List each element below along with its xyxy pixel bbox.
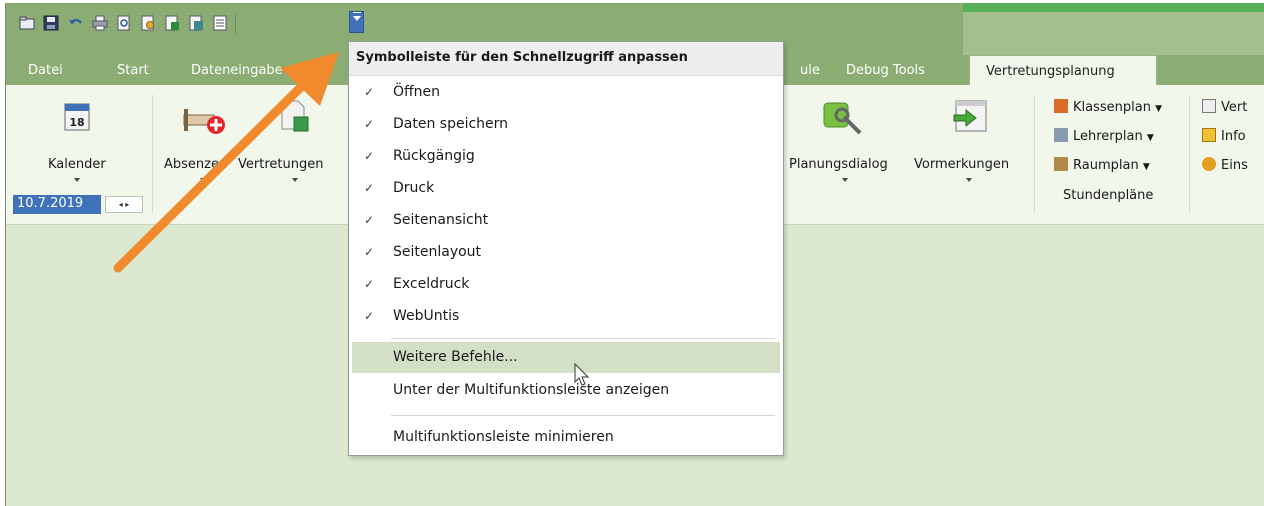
title-bar-accent bbox=[963, 3, 1264, 12]
einstellungen-button[interactable]: Eins bbox=[1202, 157, 1248, 173]
vertretungen-caret-icon[interactable] bbox=[292, 178, 298, 182]
chevron-down-icon: ▼ bbox=[1142, 162, 1150, 172]
tab-dateneingabe[interactable]: Dateneingabe bbox=[191, 63, 283, 78]
open-icon[interactable] bbox=[19, 15, 35, 31]
date-spin-buttons[interactable]: ◂ ▸ bbox=[105, 196, 143, 213]
vertretungen-small-button[interactable]: Vert bbox=[1202, 99, 1247, 115]
menu-item-webuntis[interactable]: ✓ WebUntis bbox=[349, 304, 783, 330]
ribbon-separator bbox=[152, 95, 153, 213]
document-icon bbox=[1202, 99, 1216, 113]
excel-print-icon[interactable] bbox=[164, 15, 180, 31]
tab-datei[interactable]: Datei bbox=[28, 63, 63, 78]
save-icon[interactable] bbox=[43, 15, 59, 31]
class-plan-icon bbox=[1054, 99, 1068, 113]
menu-item-unter-multifunktionsleiste[interactable]: Unter der Multifunktionsleiste anzeigen bbox=[349, 378, 783, 404]
menu-item-seitenlayout[interactable]: ✓ Seitenlayout bbox=[349, 240, 783, 266]
tab-module[interactable]: ule bbox=[800, 63, 820, 78]
tab-debug-tools[interactable]: Debug Tools bbox=[846, 63, 925, 78]
absence-bed-icon[interactable] bbox=[182, 105, 226, 139]
calendar-day: 18 bbox=[69, 116, 84, 129]
check-icon: ✓ bbox=[364, 117, 375, 131]
reservation-calendar-icon[interactable] bbox=[952, 99, 990, 139]
room-plan-icon bbox=[1054, 157, 1068, 171]
check-icon: ✓ bbox=[364, 85, 375, 99]
lehrerplan-button[interactable]: Lehrerplan ▼ bbox=[1054, 128, 1154, 144]
qat-separator bbox=[235, 13, 236, 35]
menu-title: Symbolleiste für den Schnellzugriff anpa… bbox=[356, 50, 688, 65]
menu-item-exceldruck[interactable]: ✓ Exceldruck bbox=[349, 272, 783, 298]
menu-item-druck[interactable]: ✓ Druck bbox=[349, 176, 783, 202]
mouse-cursor-icon bbox=[574, 363, 590, 386]
undo-icon[interactable] bbox=[68, 15, 84, 31]
page-layout-icon[interactable] bbox=[140, 15, 156, 31]
vertretungen-label[interactable]: Vertretungen bbox=[238, 157, 323, 172]
print-icon[interactable] bbox=[92, 15, 108, 31]
klassenplan-button[interactable]: Klassenplan ▼ bbox=[1054, 99, 1162, 115]
planning-dialog-icon[interactable] bbox=[822, 101, 866, 141]
absenzen-caret-icon[interactable] bbox=[200, 178, 206, 182]
ribbon-separator bbox=[1034, 95, 1035, 213]
absenzen-label[interactable]: Absenzen bbox=[164, 157, 227, 172]
webuntis-icon[interactable] bbox=[188, 15, 204, 31]
info-button[interactable]: Info bbox=[1202, 128, 1246, 144]
menu-item-rueckgaengig[interactable]: ✓ Rückgängig bbox=[349, 144, 783, 170]
tab-start[interactable]: Start bbox=[117, 63, 149, 78]
planungsdialog-caret-icon[interactable] bbox=[842, 178, 848, 182]
check-icon: ✓ bbox=[364, 149, 375, 163]
check-icon: ✓ bbox=[364, 277, 375, 291]
menu-separator bbox=[391, 415, 775, 416]
check-icon: ✓ bbox=[364, 213, 375, 227]
check-icon: ✓ bbox=[364, 245, 375, 259]
check-icon: ✓ bbox=[364, 181, 375, 195]
raumplan-button[interactable]: Raumplan ▼ bbox=[1054, 157, 1150, 173]
customize-qat-menu: Symbolleiste für den Schnellzugriff anpa… bbox=[348, 41, 784, 456]
ribbon-separator bbox=[1189, 95, 1190, 213]
tab-vertretungsplanung[interactable]: Vertretungsplanung bbox=[969, 55, 1157, 86]
vormerkungen-label[interactable]: Vormerkungen bbox=[914, 157, 1009, 172]
menu-item-seitenansicht[interactable]: ✓ Seitenansicht bbox=[349, 208, 783, 234]
date-field[interactable]: 10.7.2019 bbox=[13, 195, 101, 214]
menu-item-oeffnen[interactable]: ✓ Öffnen bbox=[349, 80, 783, 106]
substitution-document-icon[interactable] bbox=[278, 99, 314, 139]
kalender-caret-icon[interactable] bbox=[74, 178, 80, 182]
planungsdialog-label[interactable]: Planungsdialog bbox=[789, 157, 888, 172]
kalender-label[interactable]: Kalender bbox=[48, 157, 106, 172]
calendar-icon[interactable]: 18 bbox=[64, 101, 90, 135]
vormerkungen-caret-icon[interactable] bbox=[966, 178, 972, 182]
dropdown-arrow-icon bbox=[353, 12, 361, 21]
stundenplaene-group-label: Stundenpläne bbox=[1063, 188, 1154, 203]
check-icon: ✓ bbox=[364, 309, 375, 323]
list-icon[interactable] bbox=[212, 15, 228, 31]
menu-item-minimieren[interactable]: Multifunktionsleiste minimieren bbox=[349, 425, 783, 451]
menu-separator bbox=[391, 338, 775, 339]
info-icon bbox=[1202, 128, 1216, 142]
customize-qat-dropdown[interactable] bbox=[349, 11, 364, 33]
chevron-down-icon: ▼ bbox=[1155, 104, 1163, 114]
print-preview-icon[interactable] bbox=[116, 15, 132, 31]
menu-item-daten-speichern[interactable]: ✓ Daten speichern bbox=[349, 112, 783, 138]
gear-icon bbox=[1202, 157, 1216, 171]
menu-item-weitere-befehle[interactable]: Weitere Befehle... bbox=[349, 345, 783, 371]
teacher-plan-icon bbox=[1054, 128, 1068, 142]
menu-header: Symbolleiste für den Schnellzugriff anpa… bbox=[349, 42, 783, 76]
chevron-down-icon: ▼ bbox=[1146, 133, 1154, 143]
